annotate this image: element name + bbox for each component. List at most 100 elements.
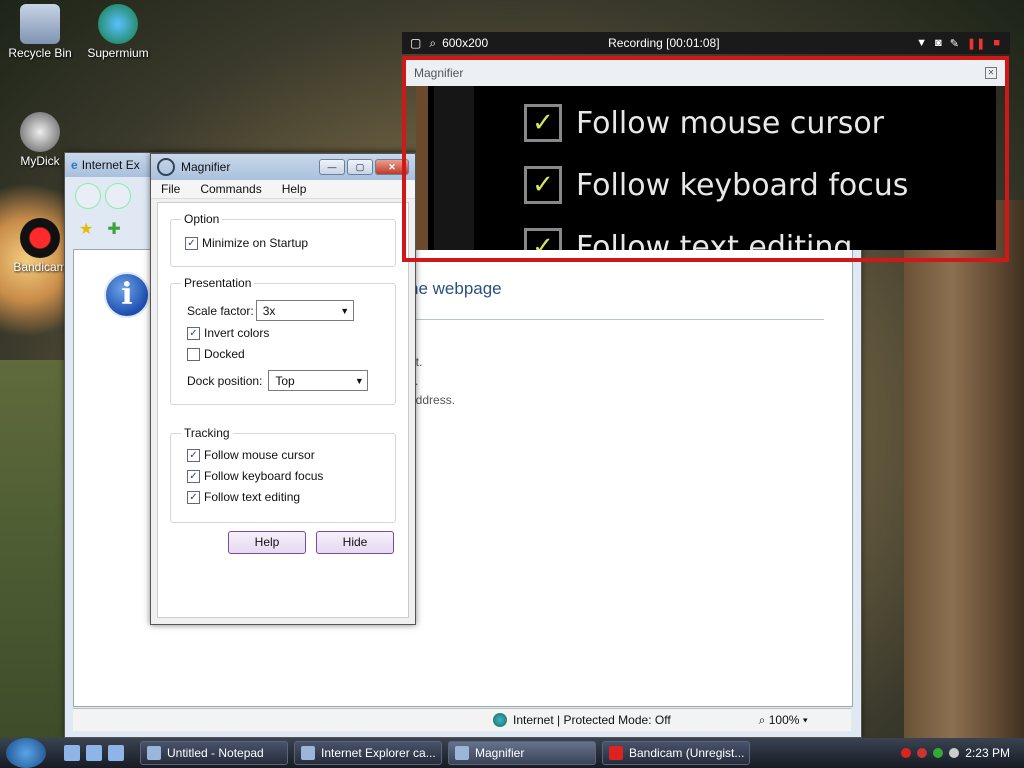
desktop-icon-label: Supermium [87,46,149,60]
magnified-edge [416,86,428,250]
network-icon[interactable] [933,748,944,758]
task-label: Magnifier [475,746,525,760]
follow-text-row[interactable]: ✓ Follow text editing [187,490,300,504]
lens-titlebar[interactable]: Magnifier ✕ [406,60,1005,86]
invert-colors-checkbox[interactable]: ✓ [187,326,200,340]
record-icon[interactable] [901,748,912,758]
docked-label: Docked [204,347,245,361]
scale-factor-row: Scale factor: 3x ▼ [187,300,354,321]
ie-favorites-bar: ★ ✚ [79,219,121,238]
menu-bar: File Commands Help [151,180,415,199]
docked-checkbox[interactable] [187,347,200,361]
dock-position-select[interactable]: Top ▼ [268,370,369,391]
minimize-button[interactable]: — [319,159,345,175]
ie-divider [409,319,824,320]
pencil-icon[interactable]: ✎ [950,37,959,50]
ie-title: Internet Ex [81,158,140,172]
taskbar-item-notepad[interactable]: Untitled - Notepad [140,741,288,765]
ie-icon [301,746,315,760]
scale-factor-select[interactable]: 3x ▼ [255,300,354,321]
follow-keyboard-label: Follow keyboard focus [204,469,324,483]
maximize-button[interactable]: ▢ [347,159,373,175]
checkmark-icon: ✓ [524,228,562,250]
option-group: Option ✓ Minimize on Startup [170,212,396,267]
tracking-group: Tracking ✓ Follow mouse cursor ✓ Follow … [170,426,396,523]
bandicam-icon [20,218,60,258]
forward-button[interactable] [105,183,131,209]
zoom-value: 100% [768,712,800,727]
ie-launch-icon[interactable] [108,745,124,761]
start-button[interactable] [6,738,46,768]
taskbar-item-ie[interactable]: Internet Explorer ca... [294,741,442,765]
desktop-icon-supermium[interactable]: Supermium [78,4,158,60]
follow-keyboard-checkbox[interactable]: ✓ [187,469,200,483]
checkmark-icon: ✓ [524,104,562,142]
chevron-down-icon: ▼ [340,305,350,316]
task-label: Internet Explorer ca... [321,746,436,760]
lens-title: Magnifier [414,66,464,80]
zoom-icon: ⌕ [758,712,769,727]
magnifier-titlebar[interactable]: Magnifier — ▢ ✕ [151,154,415,180]
dock-position-label: Dock position: [187,373,263,388]
menu-commands[interactable]: Commands [190,182,271,196]
magnified-edge [434,86,474,250]
magnified-line: ✓ Follow keyboard focus [524,166,908,204]
invert-colors-row[interactable]: ✓ Invert colors [187,326,269,340]
recorder-icons: ▼ ◙ ✎ ❚❚ ■ [916,37,1000,50]
ie-logo-icon: e [71,158,78,172]
clock[interactable]: 2:23 PM [965,746,1010,760]
notepad-icon [147,746,161,760]
favorites-star-icon[interactable]: ★ [79,219,93,238]
menu-file[interactable]: File [151,182,190,196]
capture-size[interactable]: 600x200 [442,36,488,50]
back-button[interactable] [75,183,101,209]
desktop-icon-recycle-bin[interactable]: Recycle Bin [0,4,80,60]
system-tray: 2:23 PM [901,746,1010,760]
follow-mouse-row[interactable]: ✓ Follow mouse cursor [187,448,315,462]
dock-position-row: Dock position: Top ▼ [187,370,369,391]
help-button[interactable]: Help [228,531,306,554]
magnified-line: ✓ Follow mouse cursor [524,104,884,142]
taskbar-item-magnifier[interactable]: Magnifier [448,741,596,765]
security-icon[interactable] [917,748,928,758]
fullscreen-icon[interactable]: ▢ [410,36,421,50]
close-icon[interactable]: ✕ [985,67,997,79]
pause-icon[interactable]: ❚❚ [967,37,985,50]
magnified-line: ✓ Follow text editing [524,228,852,250]
switch-windows-icon[interactable] [86,745,102,761]
ie-nav-buttons [75,183,131,209]
checkmark-icon: ✓ [524,166,562,204]
dock-position-value: Top [275,373,295,388]
magnified-text: Follow mouse cursor [576,105,885,141]
task-label: Untitled - Notepad [167,746,264,760]
follow-mouse-label: Follow mouse cursor [204,448,315,462]
camera-icon[interactable]: ◙ [935,37,942,50]
magnifier-icon [455,746,469,760]
recorder-toolbar: ▢ ⌕ 600x200 Recording [00:01:08] ▼ ◙ ✎ ❚… [402,32,1010,54]
ie-status-text: Internet | Protected Mode: Off [513,713,671,727]
stop-icon[interactable]: ■ [993,37,1000,50]
menu-help[interactable]: Help [272,182,317,196]
docked-row[interactable]: Docked [187,347,245,361]
chevron-down-icon[interactable]: ▼ [916,37,927,50]
magnifier-dialog: Magnifier — ▢ ✕ File Commands Help Optio… [150,153,416,625]
info-icon: i [104,272,150,318]
follow-mouse-checkbox[interactable]: ✓ [187,448,200,462]
show-desktop-icon[interactable] [64,745,80,761]
zoom-control[interactable]: ⌕ 100% ▾ [759,713,808,728]
add-favorite-icon[interactable]: ✚ [107,219,120,238]
magnified-text: Follow text editing [576,229,853,251]
presentation-group-label: Presentation [181,276,255,290]
bandicam-icon [609,746,623,760]
magnifier-app-icon [157,158,175,176]
follow-text-checkbox[interactable]: ✓ [187,490,200,504]
volume-icon[interactable] [949,748,960,758]
taskbar-item-bandicam[interactable]: Bandicam (Unregist... [602,741,750,765]
minimize-checkbox-row[interactable]: ✓ Minimize on Startup [185,236,308,250]
desktop-icon-label: MyDick [20,154,60,168]
minimize-label: Minimize on Startup [202,236,309,250]
tracking-group-label: Tracking [181,426,233,440]
hide-button[interactable]: Hide [316,531,394,554]
minimize-checkbox[interactable]: ✓ [185,236,198,250]
follow-keyboard-row[interactable]: ✓ Follow keyboard focus [187,469,323,483]
